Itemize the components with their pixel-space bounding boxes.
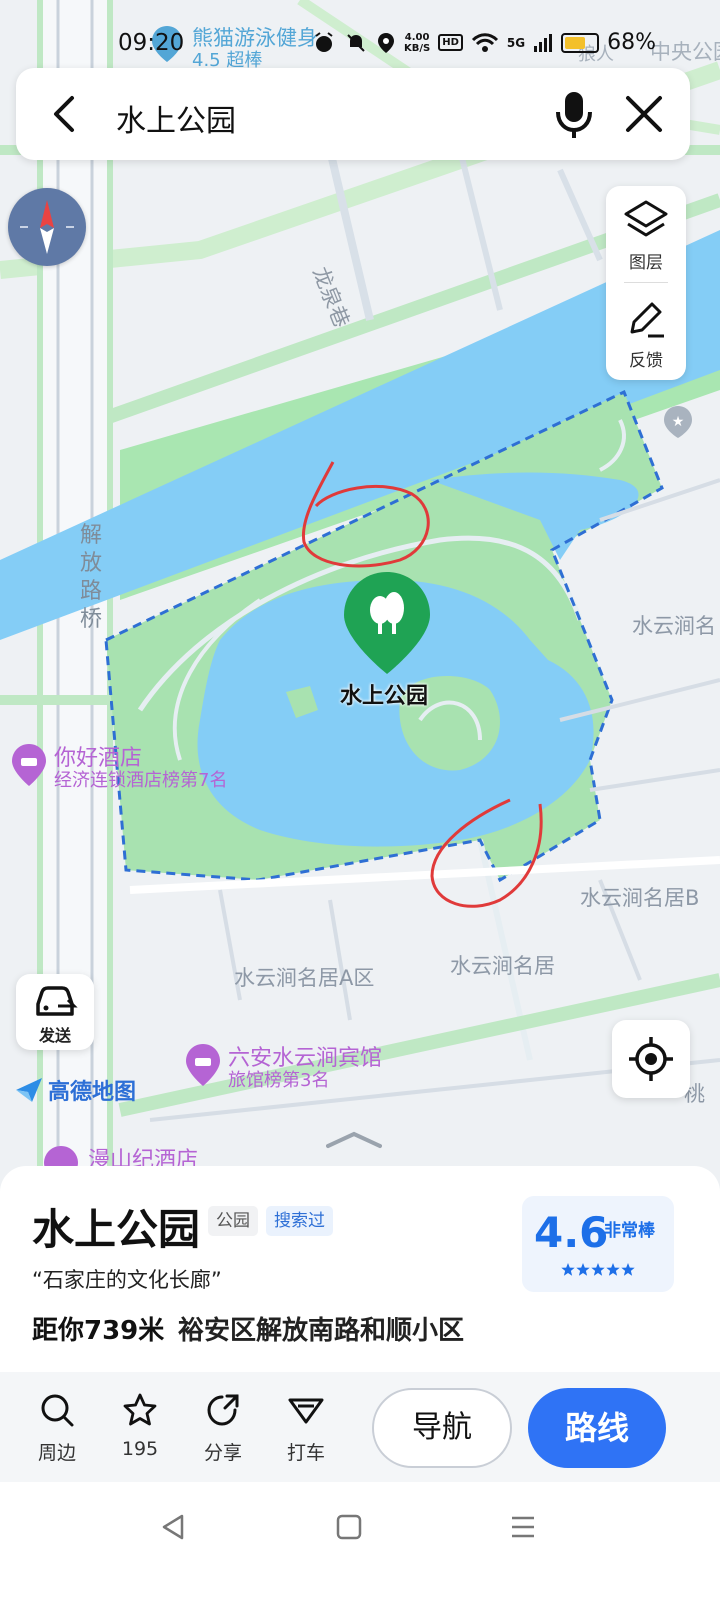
signal-bars-icon xyxy=(534,33,553,52)
hotel-icon[interactable] xyxy=(10,742,48,788)
send-to-car-button[interactable]: 发送 xyxy=(16,974,94,1050)
layers-icon xyxy=(624,200,668,237)
svg-text:★: ★ xyxy=(672,414,685,430)
taxi-icon xyxy=(288,1398,324,1424)
compass-button[interactable] xyxy=(8,188,86,266)
label-shuiyun: 水云涧名居 xyxy=(450,954,555,978)
place-name: 水上公园 xyxy=(32,1205,201,1254)
rating-star xyxy=(591,1263,605,1276)
nav-menu-icon[interactable] xyxy=(508,1512,538,1542)
microphone-icon[interactable] xyxy=(550,88,598,140)
rating-star xyxy=(576,1263,590,1276)
street-label-jiefang: 解放路桥 xyxy=(79,523,102,632)
share-icon xyxy=(207,1394,239,1426)
back-arrow-icon[interactable] xyxy=(42,90,90,138)
car-send-icon xyxy=(36,986,78,1016)
system-nav-bar xyxy=(0,1482,720,1600)
feedback-label: 反馈 xyxy=(629,351,663,371)
location-icon xyxy=(378,32,394,53)
status-icons: 4.00 KB/S HD 5G 68% xyxy=(312,30,656,55)
close-icon[interactable] xyxy=(620,90,668,138)
share-label: 分享 xyxy=(203,1442,242,1464)
nav-back-icon[interactable] xyxy=(158,1512,188,1542)
rating-description: 非常棒 xyxy=(604,1221,655,1241)
action-bar: 周边 195 分享 打车 导航 路线 xyxy=(0,1372,720,1482)
place-type-chip: 公园 xyxy=(208,1206,258,1236)
label-shuiyun-b: 水云涧名居B xyxy=(580,886,700,910)
chevron-up-icon[interactable] xyxy=(326,1128,382,1150)
edit-icon xyxy=(630,302,664,338)
route-button[interactable]: 路线 xyxy=(528,1388,666,1468)
search-icon xyxy=(41,1394,74,1427)
hotel-icon[interactable] xyxy=(184,1042,222,1088)
hd-badge: HD xyxy=(438,34,463,51)
star-icon xyxy=(123,1393,157,1426)
status-time: 09:20 xyxy=(118,30,185,56)
alarm-icon xyxy=(315,31,333,52)
park-marker-label[interactable]: 水上公园 xyxy=(340,678,428,710)
place-distance: 距你739米 xyxy=(32,1316,165,1346)
compass-icon xyxy=(20,200,74,254)
place-address: 裕安区解放南路和顺小区 xyxy=(178,1316,465,1346)
send-label: 发送 xyxy=(38,1026,71,1045)
rating-box[interactable]: 4.6 非常棒 xyxy=(522,1196,674,1292)
search-bar: 水上公园 xyxy=(16,68,690,160)
wifi-icon xyxy=(471,32,498,52)
nearby-button[interactable]: 周边 xyxy=(22,1392,92,1472)
brand-logo: 高德地图 xyxy=(14,1074,136,1106)
layers-label: 图层 xyxy=(629,253,663,273)
rating-star xyxy=(621,1263,635,1276)
battery-percent: 68% xyxy=(607,30,657,55)
taxi-label: 打车 xyxy=(286,1442,325,1464)
mute-icon xyxy=(347,33,365,52)
rating-star xyxy=(606,1263,620,1276)
park-marker-icon[interactable] xyxy=(342,570,432,676)
nearby-label: 周边 xyxy=(37,1442,76,1464)
label-shuiyun-right: 水云涧名 xyxy=(632,614,716,638)
brand-text: 高德地图 xyxy=(48,1080,137,1105)
hotel1-sub: 经济连锁酒店榜第7名 xyxy=(54,770,228,791)
battery-icon xyxy=(561,32,600,53)
layers-button[interactable]: 图层 xyxy=(606,186,686,282)
rating-score: 4.6 xyxy=(534,1208,609,1257)
taxi-button[interactable]: 打车 xyxy=(271,1392,341,1472)
nav-home-icon[interactable] xyxy=(334,1512,364,1542)
rating-star xyxy=(561,1263,575,1276)
favorite-count: 195 xyxy=(121,1438,159,1460)
feedback-button[interactable]: 反馈 xyxy=(606,284,686,380)
locate-me-button[interactable] xyxy=(612,1020,690,1098)
map-view[interactable]: 熊猫游泳健身 4.5 超棒 中央公园 狼人 龙泉巷 解放路桥 水云涧名 ★ 水上… xyxy=(0,0,720,1200)
search-input[interactable]: 水上公园 xyxy=(116,96,236,140)
place-card[interactable]: 水上公园 公园 搜索过 “石家庄的文化长廊” 距你739米 裕安区解放南路和顺小… xyxy=(0,1166,720,1386)
star-poi-icon[interactable]: ★ xyxy=(662,404,694,440)
hotel2-sub: 旅馆榜第3名 xyxy=(228,1070,330,1091)
network-speed-unit: KB/S xyxy=(404,42,431,54)
tool-divider xyxy=(624,282,668,283)
navigate-button[interactable]: 导航 xyxy=(372,1388,512,1468)
label-shuiyun-a: 水云涧名居A区 xyxy=(234,966,375,990)
place-quote: “石家庄的文化长廊” xyxy=(32,1268,222,1292)
network-speed-value: 4.00 xyxy=(404,31,430,43)
crosshair-icon xyxy=(629,1037,673,1081)
rating-stars xyxy=(561,1263,635,1276)
share-button[interactable]: 分享 xyxy=(188,1392,258,1472)
amap-logo-icon xyxy=(16,1078,42,1102)
battery-fill xyxy=(565,36,586,49)
network-speed: 4.00 KB/S xyxy=(404,32,430,54)
status-bar: 09:20 4.00 KB/S HD 5G 68% xyxy=(0,22,720,66)
searched-chip: 搜索过 xyxy=(266,1206,333,1236)
signal-type: 5G xyxy=(506,35,526,50)
favorite-button[interactable]: 195 xyxy=(105,1392,175,1472)
map-tools-panel: 图层 反馈 xyxy=(606,186,686,380)
